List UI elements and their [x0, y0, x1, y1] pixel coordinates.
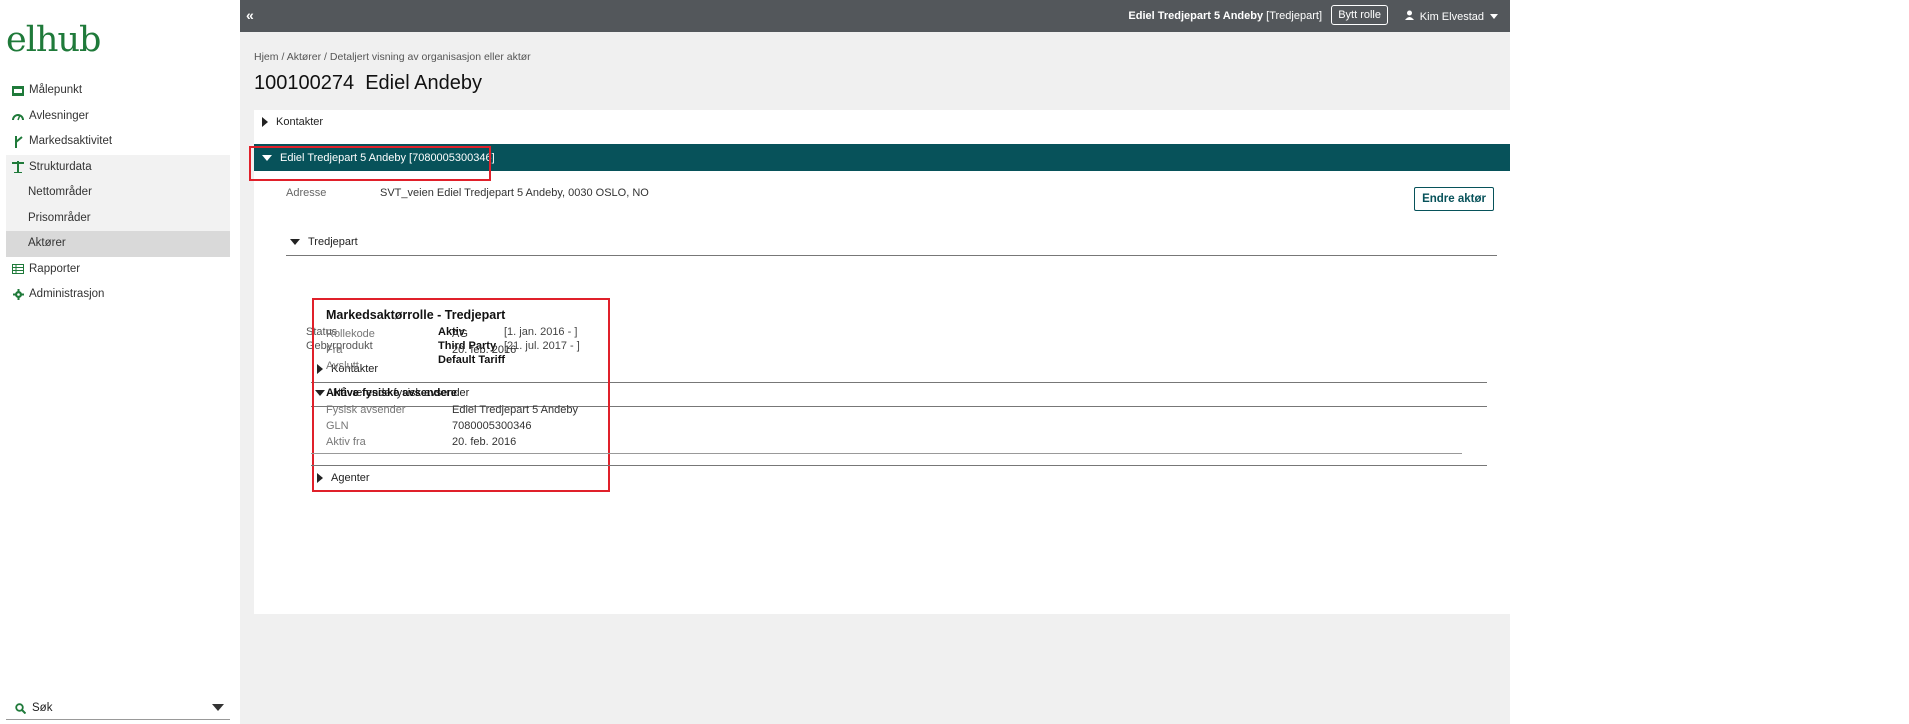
- breadcrumb-home[interactable]: Hjem: [254, 51, 279, 63]
- divider: [311, 465, 1487, 466]
- current-role: Ediel Tredjepart 5 Andeby [Tredjepart]: [1128, 10, 1322, 22]
- table-icon: [12, 263, 24, 275]
- breadcrumb-current: Detaljert visning av organisasjon eller …: [329, 51, 531, 63]
- sidebar-item-aktorer[interactable]: Aktører: [6, 231, 230, 257]
- sidebar-item-label: Administrasjon: [29, 288, 105, 300]
- breadcrumb-actors[interactable]: Aktører: [287, 51, 321, 63]
- role-card: Markedsaktørrolle - Tredjepart Rollekode…: [312, 298, 610, 492]
- gauge-icon: [12, 110, 24, 122]
- breadcrumb: Hjem / Aktører / Detaljert visning av or…: [254, 51, 531, 63]
- caret-right-icon: [317, 473, 323, 483]
- aktiv-fra-label: Aktiv fra: [326, 436, 366, 448]
- collapse-sidebar-button[interactable]: «: [246, 7, 254, 23]
- breadcrumb-separator: /: [281, 51, 285, 63]
- search-label: Søk: [32, 702, 53, 714]
- sidebar-item-administrasjon[interactable]: Administrasjon: [6, 282, 230, 308]
- role-card-title: Markedsaktørrolle - Tredjepart: [326, 308, 506, 322]
- meter-icon: [12, 85, 24, 97]
- divider: [311, 453, 1462, 454]
- tredjepart-toggle[interactable]: Tredjepart: [286, 229, 1497, 256]
- branch-icon: [12, 135, 24, 148]
- user-name: Kim Elvestad: [1419, 10, 1484, 23]
- fysisk-avsender-label: Fysisk avsender: [326, 404, 406, 416]
- sidebar-item-label: Strukturdata: [29, 160, 92, 173]
- actor-header-label: Ediel Tredjepart 5 Andeby [7080005300346…: [280, 151, 495, 164]
- user-icon: [1404, 10, 1414, 23]
- sidebar-item-label: Nettområder: [28, 186, 92, 198]
- caret-right-icon: [262, 117, 268, 127]
- main-content: « Ediel Tredjepart 5 Andeby [Tredjepart]…: [240, 0, 1510, 724]
- sidebar-item-label: Aktører: [28, 237, 66, 249]
- caret-down-icon: [262, 154, 272, 161]
- sidebar-item-avlesninger[interactable]: Avlesninger: [6, 104, 230, 130]
- kontakter-toggle[interactable]: Kontakter: [262, 116, 323, 128]
- sidebar-item-rapporter[interactable]: Rapporter: [6, 257, 230, 283]
- detail-panel: Kontakter Ediel Tredjepart 5 Andeby [708…: [249, 110, 1510, 614]
- search-icon: [14, 702, 26, 714]
- tredjepart-label: Tredjepart: [308, 236, 358, 248]
- gln-label: GLN: [326, 420, 349, 432]
- fra-label: Fra: [326, 344, 343, 356]
- top-bar: « Ediel Tredjepart 5 Andeby [Tredjepart]…: [240, 0, 1510, 32]
- sidebar-item-label: Målepunkt: [29, 84, 83, 96]
- user-menu[interactable]: Kim Elvestad: [1404, 10, 1498, 23]
- kontakter-label: Kontakter: [276, 116, 324, 128]
- current-actor-role: [Tredjepart]: [1266, 10, 1322, 22]
- chevron-down-icon: [212, 704, 224, 711]
- aktiv-fra-value: 20. feb. 2016: [452, 436, 517, 448]
- sidebar-item-label: Markedsaktivitet: [29, 135, 113, 147]
- address-value: SVT_veien Ediel Tredjepart 5 Andeby, 003…: [380, 187, 649, 199]
- fra-value: 20. feb. 2016: [452, 344, 517, 356]
- breadcrumb-separator: /: [324, 51, 327, 63]
- actor-section-header[interactable]: Ediel Tredjepart 5 Andeby [7080005300346…: [249, 144, 1510, 181]
- fysisk-avsender-value: Ediel Tredjepart 5 Andeby: [452, 404, 578, 416]
- sidebar-item-strukturdata[interactable]: Strukturdata: [6, 154, 230, 180]
- sidebar: elhub Målepunkt Avlesninger Markedsaktiv…: [0, 0, 240, 724]
- gear-icon: [12, 289, 24, 301]
- chevron-down-icon: [1490, 14, 1498, 19]
- sidebar-item-label: Rapporter: [29, 262, 81, 275]
- rollekode-label: Rollekode: [326, 328, 375, 340]
- rollekode-value: AG: [452, 328, 468, 340]
- sidebar-nav: Målepunkt Avlesninger Markedsaktivitet S…: [6, 78, 230, 308]
- sidebar-item-prisomrader[interactable]: Prisområder: [6, 205, 230, 231]
- sidebar-item-nettomrader[interactable]: Nettområder: [6, 180, 230, 206]
- page-title: 100100274 Ediel Andeby: [254, 72, 482, 94]
- elhub-logo[interactable]: elhub: [6, 20, 101, 60]
- address-label: Adresse: [286, 187, 327, 199]
- gln-value: 7080005300346: [452, 420, 532, 432]
- sidebar-item-markedsaktivitet[interactable]: Markedsaktivitet: [6, 129, 230, 155]
- pylon-icon: [12, 161, 24, 174]
- search-toggle[interactable]: Søk: [6, 697, 230, 720]
- switch-role-button[interactable]: Bytt rolle: [1331, 5, 1388, 25]
- sidebar-item-label: Prisområder: [28, 211, 91, 224]
- agenter-label: Agenter: [331, 472, 370, 484]
- aktive-avsendere-title: Aktive fysiske avsendere: [326, 387, 457, 399]
- current-actor-name: Ediel Tredjepart 5 Andeby: [1128, 10, 1264, 22]
- avslutt-label: Avslutt: [326, 360, 359, 372]
- agenter-toggle[interactable]: Agenter: [311, 472, 370, 484]
- edit-actor-button[interactable]: Endre aktør: [1414, 187, 1494, 211]
- sidebar-item-label: Avlesninger: [29, 109, 89, 122]
- sidebar-item-malepunkt[interactable]: Målepunkt: [6, 78, 230, 104]
- caret-down-icon: [290, 239, 300, 245]
